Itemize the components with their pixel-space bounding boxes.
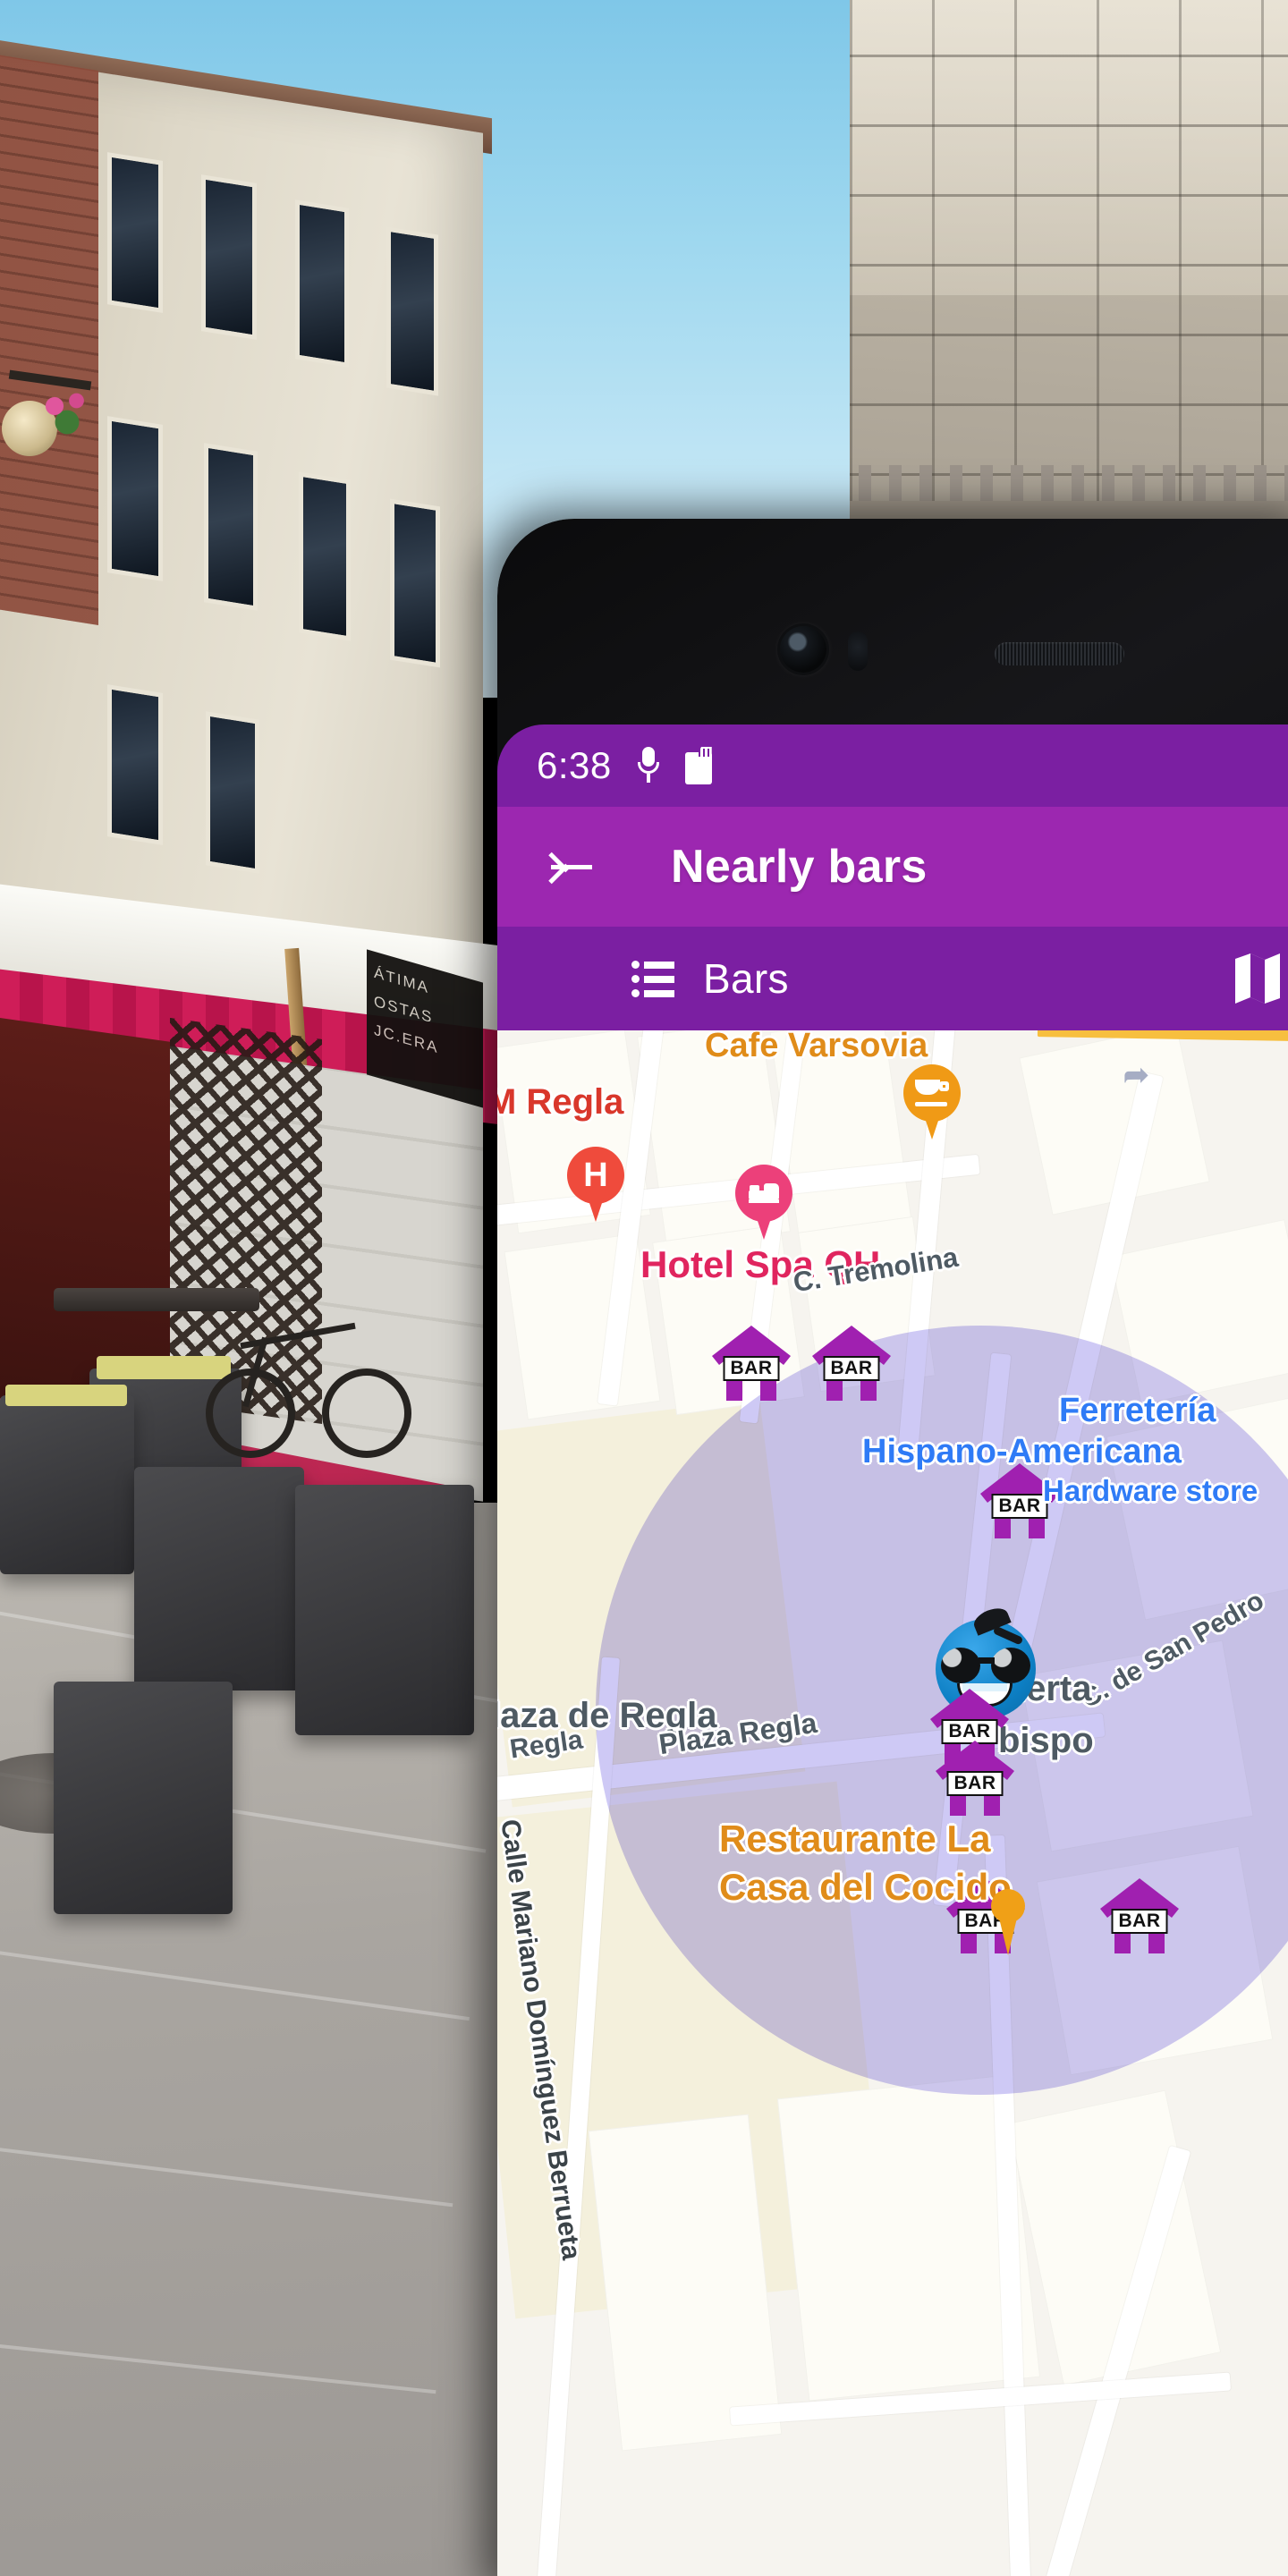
map-label-cafe-varsovia: Cafe Varsovia — [705, 1030, 928, 1064]
cafe-chair — [0, 1395, 134, 1574]
list-icon — [631, 960, 674, 997]
poi-pin-cafe[interactable] — [903, 1064, 961, 1140]
scaffolding — [850, 0, 1288, 546]
app-bar: Nearly bars — [497, 807, 1288, 927]
window — [299, 471, 351, 641]
window — [204, 443, 258, 611]
map-label-hardware-store: Hardware store — [1043, 1474, 1258, 1507]
map-label-hispano-americana: Hispano-Americana — [862, 1433, 1182, 1470]
sd-card-icon — [684, 747, 712, 784]
bar-marker[interactable]: BAR — [1093, 1868, 1186, 1961]
bed-icon — [735, 1165, 792, 1222]
flower-basket — [36, 385, 98, 438]
tab-bars[interactable]: Bars — [631, 954, 789, 1003]
back-arrow-icon[interactable] — [547, 843, 596, 891]
cafe-table — [54, 1288, 259, 1311]
cafe-chair — [54, 1682, 233, 1914]
bar-label: BAR — [823, 1356, 880, 1382]
cafe-chair — [295, 1485, 474, 1735]
map-icon[interactable] — [1233, 952, 1283, 1005]
map-label-m-regla: M Regla — [497, 1082, 624, 1122]
bar-label: BAR — [723, 1356, 780, 1382]
bar-marker[interactable]: BAR — [805, 1315, 898, 1408]
brick-wall — [0, 54, 98, 626]
tab-label: Bars — [703, 955, 789, 1002]
bar-label: BAR — [946, 1771, 1004, 1797]
status-clock: 6:38 — [537, 744, 612, 786]
bar-marker[interactable]: BAR — [928, 1730, 1021, 1823]
bar-label: BAR — [1111, 1909, 1168, 1935]
window — [386, 226, 438, 396]
microphone-icon — [637, 747, 660, 784]
window — [107, 152, 163, 313]
map-parcel — [504, 1233, 661, 1420]
map-label-restaurante-line2: Casa del Cocido — [719, 1866, 1012, 1908]
restaurant-pin[interactable] — [991, 1889, 1025, 1996]
coffee-cup-icon — [903, 1064, 961, 1122]
hospital-icon: H — [583, 1156, 608, 1194]
bar-label: BAR — [991, 1494, 1048, 1520]
map-canvas[interactable]: ➦ H BAR BAR BAR BAR BAR BAR BAR Cafe Var… — [497, 1030, 1288, 2576]
chair-seat — [5, 1385, 127, 1406]
page-title: Nearly bars — [671, 841, 928, 893]
phone-device: 6:38 Nearly bars Bars ➦ H BAR BAR BAR BA… — [497, 519, 1288, 2576]
poi-pin-hotel[interactable] — [735, 1165, 792, 1240]
window — [390, 498, 440, 668]
cafe-chair — [134, 1467, 304, 1690]
one-way-arrow-icon: ➦ — [1123, 1058, 1149, 1092]
window — [201, 174, 257, 340]
phone-screen: 6:38 Nearly bars Bars ➦ H BAR BAR BAR BA… — [497, 724, 1288, 2576]
bicycle — [206, 1315, 420, 1467]
poi-pin-hospital[interactable]: H — [567, 1147, 624, 1222]
proximity-sensor-icon — [848, 631, 868, 671]
window — [107, 684, 163, 845]
bar-marker[interactable]: BAR — [705, 1315, 798, 1408]
map-parcel — [588, 2114, 783, 2452]
map-label-restaurante-line1: Restaurante La — [719, 1818, 991, 1860]
window — [206, 711, 259, 874]
status-bar: 6:38 — [497, 724, 1288, 807]
tab-bar: Bars — [497, 927, 1288, 1030]
earpiece-speaker — [995, 642, 1124, 665]
window — [295, 199, 349, 368]
front-camera-icon — [780, 626, 826, 673]
map-label-ferreteria: Ferretería — [1059, 1392, 1216, 1429]
window — [107, 416, 163, 581]
